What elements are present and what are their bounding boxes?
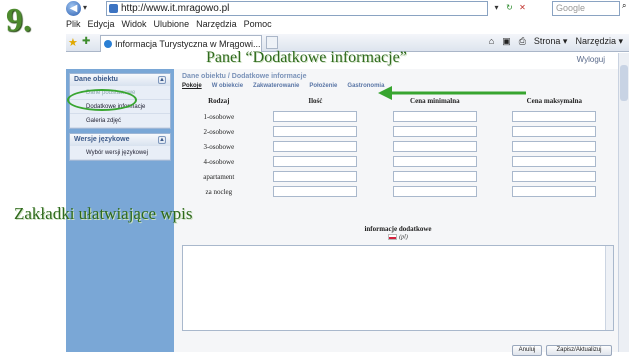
- max-price-input[interactable]: [512, 171, 597, 182]
- collapse-icon[interactable]: ▲: [158, 136, 166, 144]
- new-tab-button[interactable]: [266, 36, 278, 49]
- favorites-star-icon[interactable]: ★: [68, 36, 78, 49]
- highlight-oval: [67, 89, 137, 111]
- history-dropdown-icon[interactable]: ▾: [83, 3, 87, 12]
- row-label: 2-osobowe: [203, 127, 235, 136]
- table-row: 1-osobowe: [182, 109, 614, 124]
- min-price-input[interactable]: [392, 186, 477, 197]
- quantity-input[interactable]: [273, 141, 358, 152]
- row-label: za nocleg: [205, 187, 233, 196]
- tab-favicon-icon: [104, 40, 112, 48]
- menu-bar: Plik Edycja Widok Ulubione Narzędzia Pom…: [66, 19, 272, 33]
- home-icon[interactable]: ⌂: [489, 36, 494, 47]
- sidebar-section-languages: Wersje językowe ▲ Wybór wersji językowej: [69, 133, 171, 161]
- sidebar-item-gallery[interactable]: Galeria zdjęć: [70, 114, 170, 128]
- back-button[interactable]: ◀: [66, 1, 81, 16]
- main-panel: Dane obiektu / Dodatkowe informacje Poko…: [182, 73, 614, 356]
- feeds-icon[interactable]: ▣: [502, 36, 511, 47]
- table-row: za nocleg: [182, 184, 614, 199]
- menu-favorites[interactable]: Ulubione: [154, 19, 190, 33]
- logout-link[interactable]: Wyloguj: [577, 55, 605, 64]
- menu-edit[interactable]: Edycja: [88, 19, 115, 33]
- menu-tools[interactable]: Narzędzia: [196, 19, 237, 33]
- tab-location[interactable]: Położenie: [309, 83, 337, 93]
- address-bar[interactable]: http://www.it.mragowo.pl: [106, 1, 488, 16]
- cancel-button[interactable]: Anuluj: [512, 345, 542, 356]
- tab-accommodation[interactable]: Zakwaterowanie: [253, 83, 299, 93]
- tab-rooms[interactable]: Pokoje: [182, 83, 202, 93]
- table-row: 3-osobowe: [182, 139, 614, 154]
- max-price-input[interactable]: [512, 141, 597, 152]
- stop-icon[interactable]: ✕: [517, 2, 528, 13]
- add-favorite-icon[interactable]: ✚: [82, 36, 90, 47]
- max-price-input[interactable]: [512, 111, 597, 122]
- breadcrumb: Dane obiektu / Dodatkowe informacje: [182, 73, 307, 80]
- tools-menu[interactable]: Narzędzia ▾: [575, 36, 623, 47]
- quantity-input[interactable]: [273, 171, 358, 182]
- page-viewport: Wyloguj Dane obiektu ▲ Dane podstawowe D…: [66, 53, 629, 356]
- quantity-input[interactable]: [273, 111, 358, 122]
- print-icon[interactable]: ⎙: [519, 36, 526, 47]
- min-price-input[interactable]: [392, 156, 477, 167]
- compat-icon[interactable]: ▾: [491, 2, 502, 13]
- rooms-table: Rodzaj Ilość Cena minimalna Cena maksyma…: [182, 97, 614, 199]
- quantity-input[interactable]: [273, 186, 358, 197]
- search-input[interactable]: Google: [552, 1, 620, 16]
- menu-view[interactable]: Widok: [122, 19, 147, 33]
- page-menu[interactable]: Strona ▾: [534, 36, 568, 47]
- row-label: apartament: [203, 172, 235, 181]
- search-icon[interactable]: ⌕: [622, 1, 629, 16]
- page-icon: [109, 4, 118, 13]
- min-price-input[interactable]: [392, 126, 477, 137]
- additional-info-textarea[interactable]: [182, 245, 614, 331]
- address-row: ◀ ▾ http://www.it.mragowo.pl ▾ ↻ ✕ Googl…: [66, 0, 629, 18]
- column-header: Ilość: [308, 97, 323, 105]
- menu-help[interactable]: Pomoc: [244, 19, 272, 33]
- scroll-thumb[interactable]: [620, 65, 628, 101]
- textarea-scrollbar[interactable]: [605, 246, 613, 330]
- max-price-input[interactable]: [512, 186, 597, 197]
- max-price-input[interactable]: [512, 126, 597, 137]
- min-price-input[interactable]: [392, 141, 477, 152]
- language-code: (pl): [399, 234, 408, 241]
- step-number: 9.: [6, 2, 32, 39]
- tab-in-facility[interactable]: W obiekcie: [212, 83, 243, 93]
- tabs-callout: Zakładki ułatwiające wpis: [14, 204, 193, 223]
- url-text: http://www.it.mragowo.pl: [121, 3, 230, 14]
- panel-callout: Panel “Dodatkowe informacje”: [206, 49, 407, 66]
- row-label: 1-osobowe: [203, 112, 235, 121]
- language-indicator: (pl): [182, 234, 614, 240]
- table-row: 4-osobowe: [182, 154, 614, 169]
- column-header: Rodzaj: [208, 97, 230, 105]
- sidebar-item-language-version[interactable]: Wybór wersji językowej: [70, 146, 170, 160]
- min-price-input[interactable]: [392, 171, 477, 182]
- arrow-icon: [378, 86, 526, 100]
- page-scrollbar[interactable]: [618, 53, 629, 352]
- table-row: 2-osobowe: [182, 124, 614, 139]
- quantity-input[interactable]: [273, 156, 358, 167]
- sidebar-section-title[interactable]: Dane obiektu ▲: [70, 74, 170, 86]
- quantity-input[interactable]: [273, 126, 358, 137]
- min-price-input[interactable]: [392, 111, 477, 122]
- max-price-input[interactable]: [512, 156, 597, 167]
- sidebar-section-title[interactable]: Wersje językowe ▲: [70, 134, 170, 146]
- refresh-icon[interactable]: ↻: [504, 2, 515, 13]
- row-label: 3-osobowe: [203, 142, 235, 151]
- command-bar: ⌂ ▣ ⎙ Strona ▾ Narzędzia ▾: [489, 36, 623, 47]
- polish-flag-icon: [388, 234, 398, 240]
- menu-file[interactable]: Plik: [66, 19, 81, 33]
- save-button[interactable]: Zapisz/Aktualizuj: [546, 345, 612, 356]
- tab-title: Informacja Turystyczna w Mrągowi...: [115, 39, 261, 49]
- additional-info-label: informacje dodatkowe: [364, 225, 432, 233]
- row-label: 4-osobowe: [203, 157, 235, 166]
- collapse-icon[interactable]: ▲: [158, 76, 166, 84]
- table-row: apartament: [182, 169, 614, 184]
